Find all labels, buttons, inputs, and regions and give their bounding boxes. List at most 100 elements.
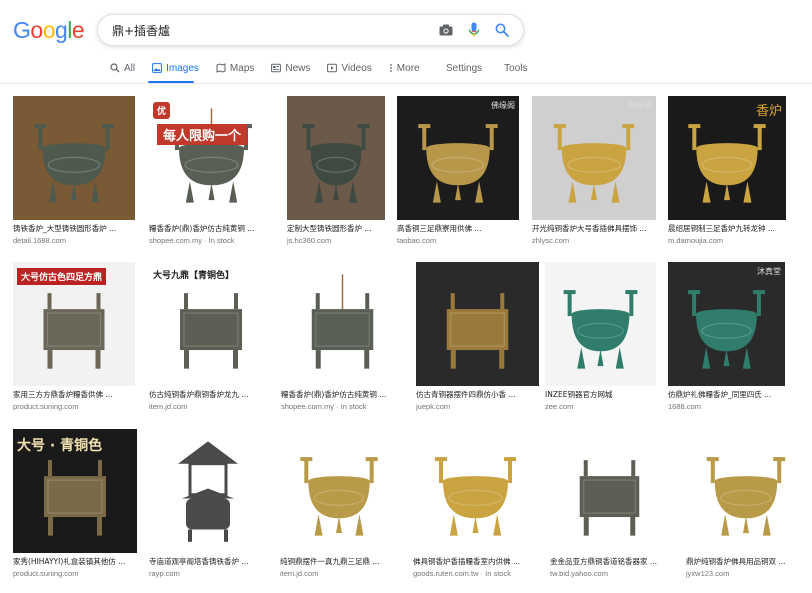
image-result[interactable]: 大号九鼎【青铜色】仿古纯铜香炉鼎铜香炉龙九 ... item.jd.com [149,262,273,411]
result-source: product.suning.com [13,402,79,411]
result-source: juepk.com [416,402,451,411]
image-result[interactable]: 纯铜鼎摆件一真九鼎三足鼎 ... item.jd.com [280,429,398,578]
image-thumbnail[interactable] [545,262,656,386]
google-logo[interactable]: Google [13,17,85,44]
search-icon[interactable] [493,21,511,39]
result-caption[interactable]: 纯铜鼎摆件一真九鼎三足鼎 ... [280,556,398,567]
image-result[interactable]: 仿古青铜器摆件四鼎仿小香 ... juepk.com [416,262,539,411]
image-thumbnail[interactable] [550,429,669,553]
result-source: detail.1688.com [13,236,66,245]
tab-news[interactable]: News [271,60,310,76]
result-caption[interactable]: INZEE铜器官方网城 [545,389,656,400]
image-result[interactable]: 佛缘阁高香铜三足鼎寮用供佛 ... taobao.com [397,96,519,245]
image-result[interactable]: 佛具铜香炉香插糧香室内供佛 ... goods.ruten.com.tw · In… [413,429,538,578]
image-thumbnail[interactable] [287,96,385,220]
logo-letter: g [54,17,68,43]
image-result[interactable]: 鼎炉纯铜香炉佛具用品铜双 ... jyxw123.com [686,429,806,578]
image-thumbnail[interactable]: 沐真堂 [668,262,785,386]
image-thumbnail[interactable] [149,429,267,553]
image-thumbnail[interactable] [686,429,806,553]
result-source: shopee.com.my · In stock [281,402,367,411]
image-thumbnail[interactable] [13,96,135,220]
result-source: rayp.com [149,569,180,578]
video-icon [327,63,338,73]
search-box[interactable] [97,14,524,46]
result-caption[interactable]: 仿古纯铜香炉鼎铜香炉龙九 ... [149,389,273,400]
image-result[interactable]: 寺庙道观亭阁塔香铸铁香炉 ... rayp.com [149,429,267,578]
result-source: item.jd.com [149,402,188,411]
image-thumbnail[interactable]: 大号仿古色四足方鼎 [13,262,135,386]
microphone-icon[interactable] [465,21,483,39]
image-icon [152,63,163,73]
search-icon [110,63,120,73]
image-thumbnail[interactable]: 香炉 [668,96,786,220]
result-caption[interactable]: 开光纯铜香炉大号香插佛具摆饰 ... [532,223,656,234]
image-result[interactable]: INZEE铜器官方网城 zee.com [545,262,656,411]
result-caption[interactable]: 鼎炉纯铜香炉佛具用品铜双 ... [686,556,806,567]
tab-images[interactable]: Images [152,60,199,76]
header-divider [0,83,812,84]
result-caption[interactable]: 铸铁香炉_大型铸铁圆形香炉 ... [13,223,135,234]
thumbnail-corner-label: 香炉 [755,104,782,119]
image-result[interactable]: 定制大型铸铁圆形香炉 ... js.hc360.com [287,96,385,245]
result-caption[interactable]: 寺庙道观亭阁塔香铸铁香炉 ... [149,556,267,567]
tab-maps[interactable]: Maps [216,60,254,76]
image-thumbnail[interactable]: 佛缘阁 [397,96,519,220]
news-icon [271,63,282,73]
tools-link[interactable]: Tools [504,60,527,76]
result-source: js.hc360.com [287,236,332,245]
result-caption[interactable]: 金金品亚方鼎铜香道铭香器家 ... [550,556,669,567]
result-source: zhlysc.com [532,236,570,245]
tab-all[interactable]: All [110,60,135,76]
tools-label: Tools [504,62,528,74]
map-icon [216,63,226,73]
result-caption[interactable]: 仿鼎炉礼佛糧香炉_同里四氏 ... [668,389,785,400]
image-thumbnail[interactable]: 优每人限购一个 [149,96,274,220]
thumbnail-overlay-text: 大号 · 青铜色 [17,438,103,454]
result-source: jyxw123.com [686,569,730,578]
image-result[interactable]: 佛缘阁开光纯铜香炉大号香插佛具摆饰 ... zhlysc.com [532,96,656,245]
camera-icon[interactable] [437,21,455,39]
logo-letter: o [42,17,56,43]
image-result[interactable]: 优每人限购一个 糧香香炉(鼎)香炉仿古纯黄铜 ... shopee.com.my ·… [149,96,274,245]
search-input[interactable] [112,23,432,37]
more-icon [389,64,392,72]
result-caption[interactable]: 糧香香炉(鼎)香炉仿古纯黄铜 ... [281,389,404,400]
settings-link[interactable]: Settings [446,60,482,76]
image-thumbnail[interactable]: 大号九鼎【青铜色】 [149,262,273,386]
image-result[interactable]: 沐真堂 仿鼎炉礼佛糧香炉_同里四氏 ... 1688.com [668,262,785,411]
image-result[interactable]: 糧香香炉(鼎)香炉仿古纯黄铜 ... shopee.com.my · In sto… [281,262,404,411]
image-result[interactable]: 大号仿古色四足方鼎家用三方方鼎香炉糧香供佛 ... product.suning.… [13,262,135,411]
thumbnail-corner-label: 佛缘阁 [491,101,515,110]
result-caption[interactable]: 家用三方方鼎香炉糧香供佛 ... [13,389,135,400]
image-thumbnail[interactable]: 佛缘阁 [532,96,656,220]
image-thumbnail[interactable] [416,262,539,386]
result-caption[interactable]: 佛具铜香炉香插糧香室内供佛 ... [413,556,538,567]
tab-label: Maps [229,62,255,74]
logo-letter: o [30,17,43,43]
result-caption[interactable]: 定制大型铸铁圆形香炉 ... [287,223,385,234]
image-result[interactable]: 铸铁香炉_大型铸铁圆形香炉 ... detail.1688.com [13,96,135,245]
image-thumbnail[interactable] [280,429,398,553]
thumbnail-overlay-text: 大号九鼎【青铜色】 [153,271,235,281]
tab-label: Images [166,62,199,74]
result-source: zee.com [545,402,574,411]
tab-more[interactable]: More [389,60,420,76]
thumbnail-overlay-text: 优 [153,102,171,119]
result-caption[interactable]: 家秀(HIHAYYI)礼盒装镇其他仿 ... [13,556,137,567]
tab-label: News [285,62,311,74]
image-result[interactable]: 金金品亚方鼎铜香道铭香器家 ... tw.bid.yahoo.com [550,429,669,578]
result-caption[interactable]: 晨绍居铜制三足香炉九转龙钟 ... [668,223,786,234]
result-caption[interactable]: 高香铜三足鼎寮用供佛 ... [397,223,519,234]
tab-label: Videos [341,62,372,74]
image-result[interactable]: 香炉 晨绍居铜制三足香炉九转龙钟 ... m.damoujia.com [668,96,786,245]
result-caption[interactable]: 糧香香炉(鼎)香炉仿古纯黄铜 ... [149,223,274,234]
tab-videos[interactable]: Videos [327,60,372,76]
image-thumbnail[interactable] [281,262,404,386]
result-source: taobao.com [397,236,437,245]
result-caption[interactable]: 仿古青铜器摆件四鼎仿小香 ... [416,389,539,400]
settings-label: Settings [446,62,483,74]
image-thumbnail[interactable] [413,429,538,553]
image-result[interactable]: 大号 · 青铜色 家秀(HIHAYYI)礼盒装镇其他仿 ... product.su… [13,429,137,578]
image-thumbnail[interactable]: 大号 · 青铜色 [13,429,137,553]
